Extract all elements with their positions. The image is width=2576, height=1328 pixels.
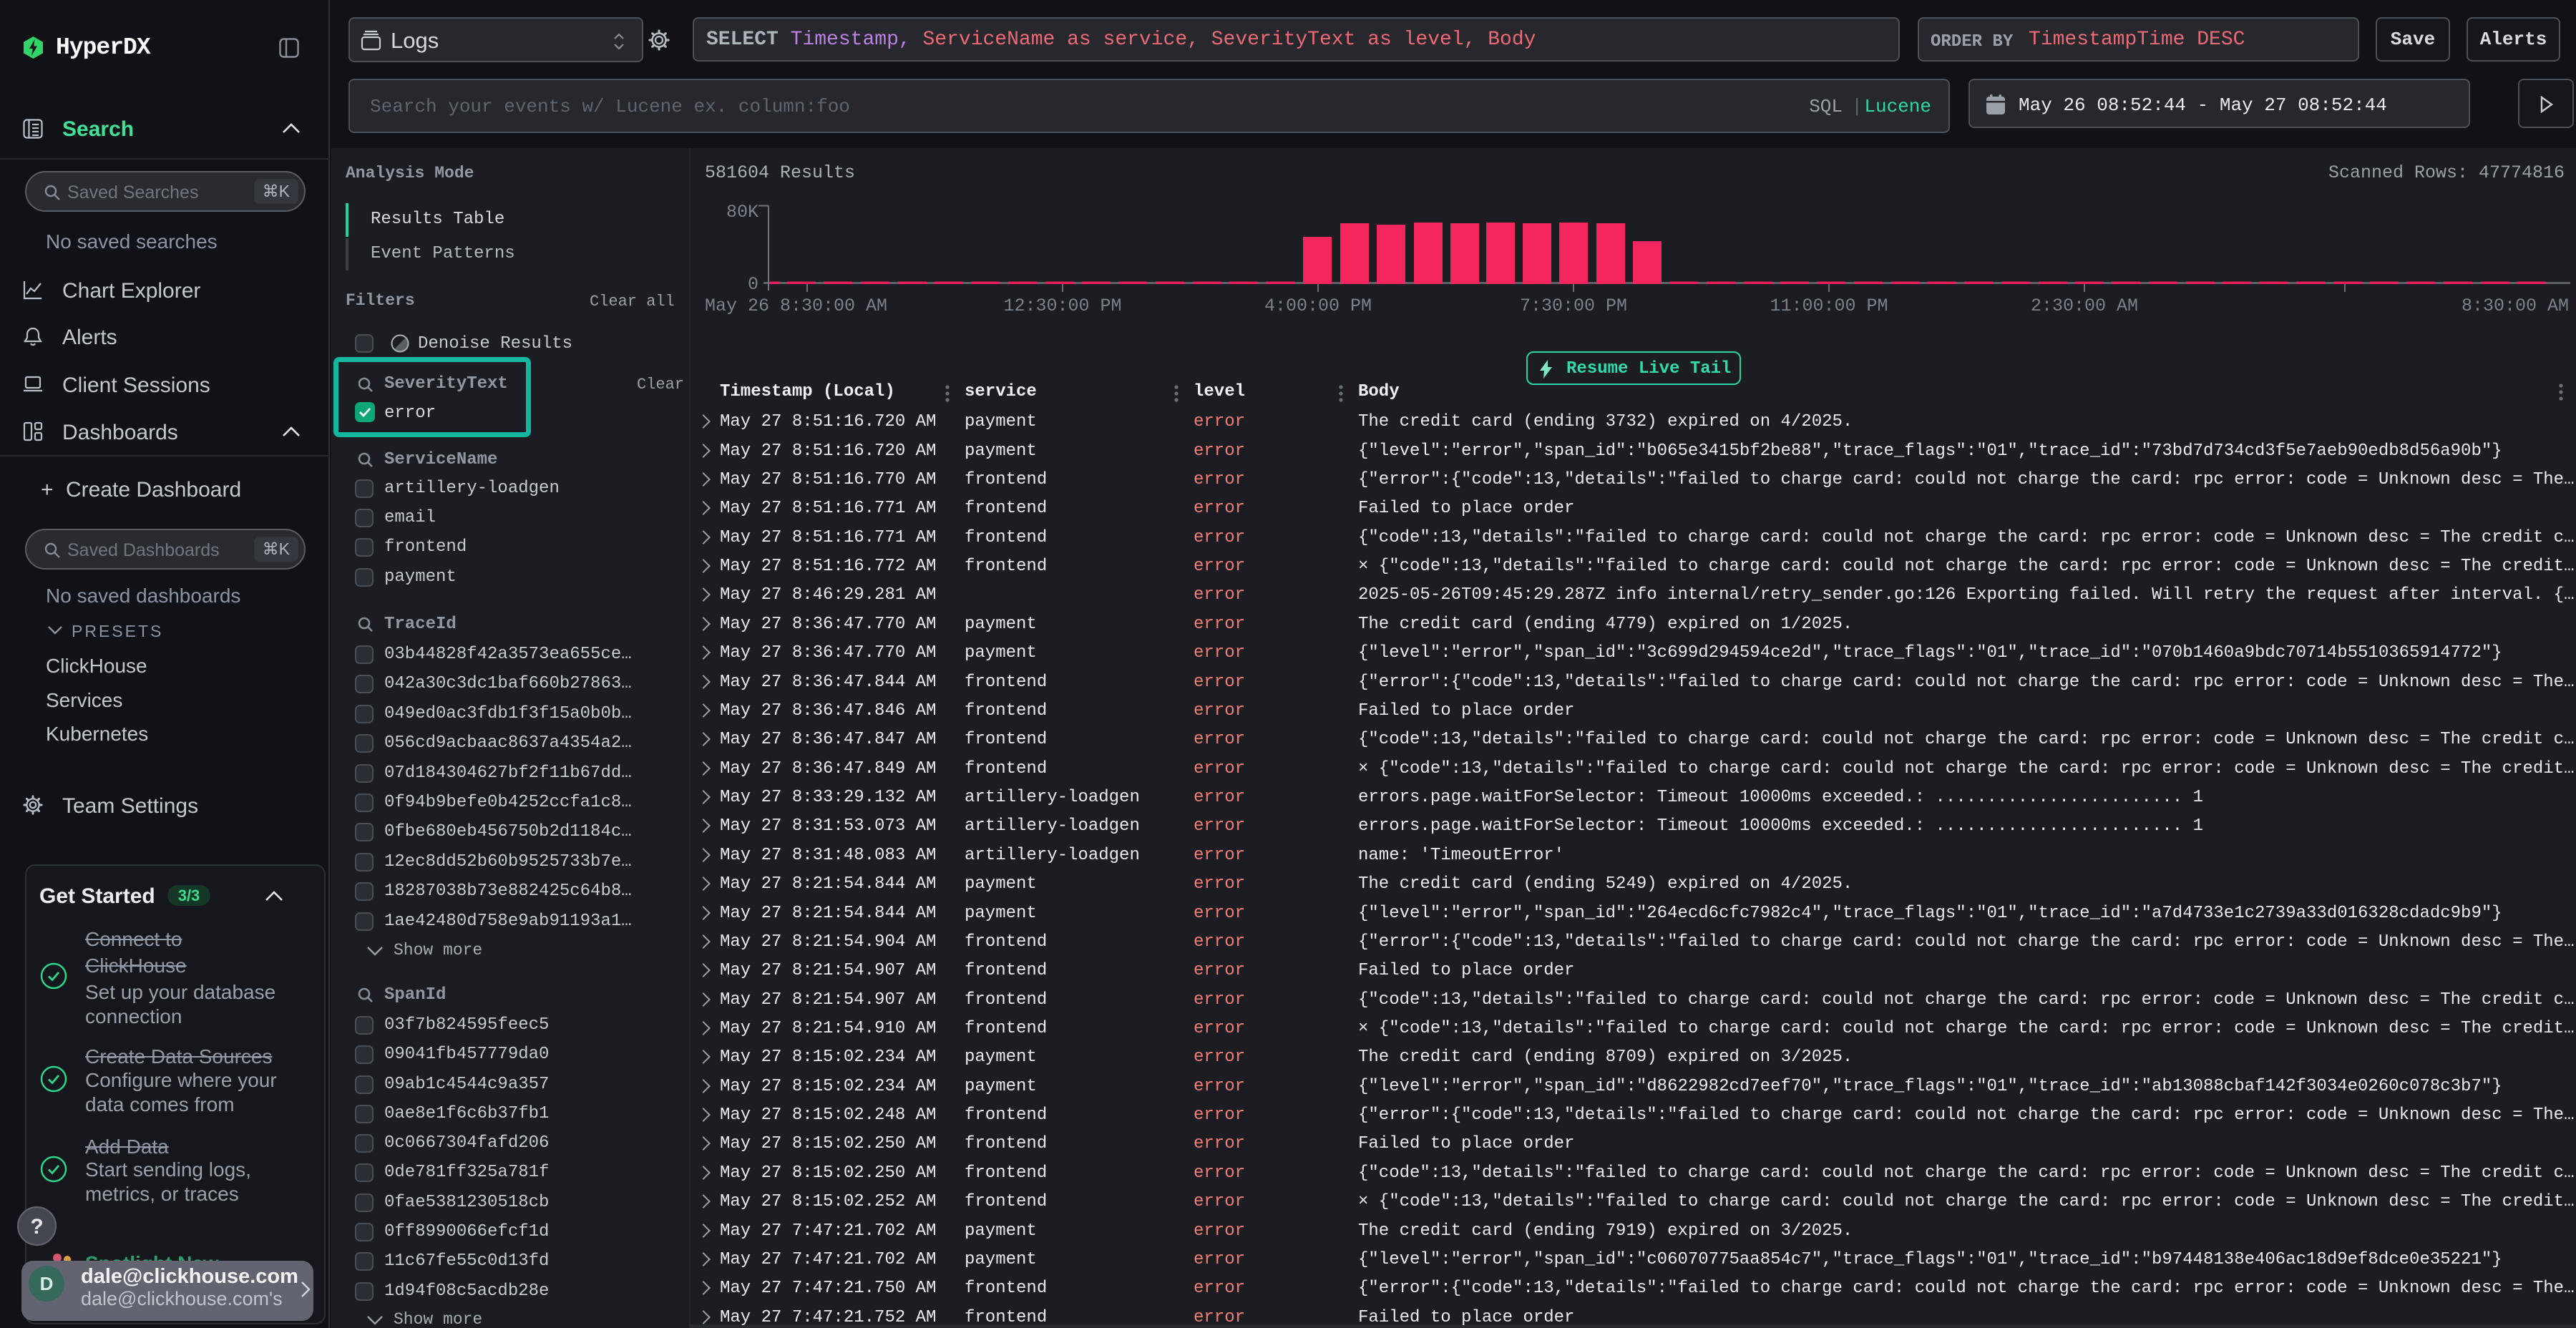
svg-text:80K: 80K — [726, 202, 758, 223]
svg-text:0: 0 — [748, 274, 758, 295]
